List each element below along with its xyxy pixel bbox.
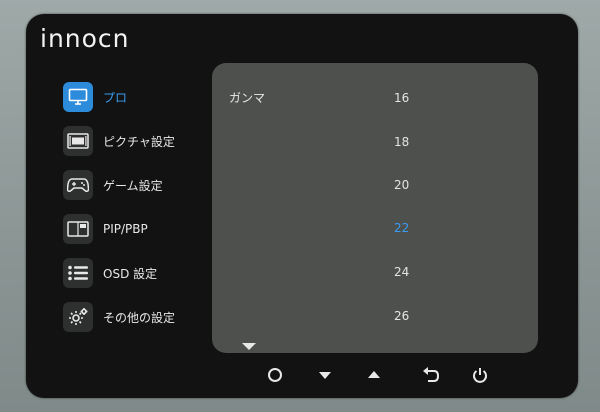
- menu-label: プロ: [103, 90, 128, 105]
- menu-label: ピクチャ設定: [103, 134, 175, 149]
- menu-label: ゲーム設定: [103, 178, 163, 193]
- picture-icon: [63, 126, 93, 156]
- option-item[interactable]: 20: [394, 178, 434, 192]
- brand-logo: innocn: [40, 24, 130, 53]
- settings-panel: ガンマ 16 18 20 22 24 26: [212, 63, 538, 353]
- arrow-down-icon[interactable]: [314, 364, 336, 386]
- menu-item-game[interactable]: ゲーム設定: [63, 168, 213, 202]
- pip-icon: [63, 214, 93, 244]
- option-item[interactable]: 24: [394, 265, 434, 279]
- back-icon[interactable]: [420, 364, 442, 386]
- monitor-icon: [63, 82, 93, 112]
- option-item[interactable]: 18: [394, 135, 434, 149]
- arrow-up-icon[interactable]: [363, 364, 385, 386]
- option-item[interactable]: 16: [394, 91, 434, 105]
- power-icon[interactable]: [469, 364, 491, 386]
- menu-item-pip-pbp[interactable]: PIP/PBP: [63, 212, 213, 246]
- menu-label: その他の設定: [103, 310, 176, 325]
- parameter-label: ガンマ: [229, 91, 266, 105]
- osd-navbar: [0, 364, 600, 386]
- option-item-selected[interactable]: 22: [394, 221, 434, 235]
- circle-icon[interactable]: [264, 364, 286, 386]
- option-item[interactable]: 26: [394, 309, 434, 323]
- menu-item-picture[interactable]: ピクチャ設定: [63, 124, 213, 158]
- menu-label: OSD 設定: [103, 266, 158, 281]
- gamepad-icon: [63, 170, 93, 200]
- gear-icon: [63, 302, 93, 332]
- scroll-down-icon[interactable]: [242, 343, 256, 350]
- menu-item-osd[interactable]: OSD 設定: [63, 256, 213, 290]
- menu-label: PIP/PBP: [103, 222, 148, 236]
- menu-item-other[interactable]: その他の設定: [63, 300, 213, 334]
- menu-item-pro[interactable]: プロ: [63, 80, 213, 114]
- list-icon: [63, 258, 93, 288]
